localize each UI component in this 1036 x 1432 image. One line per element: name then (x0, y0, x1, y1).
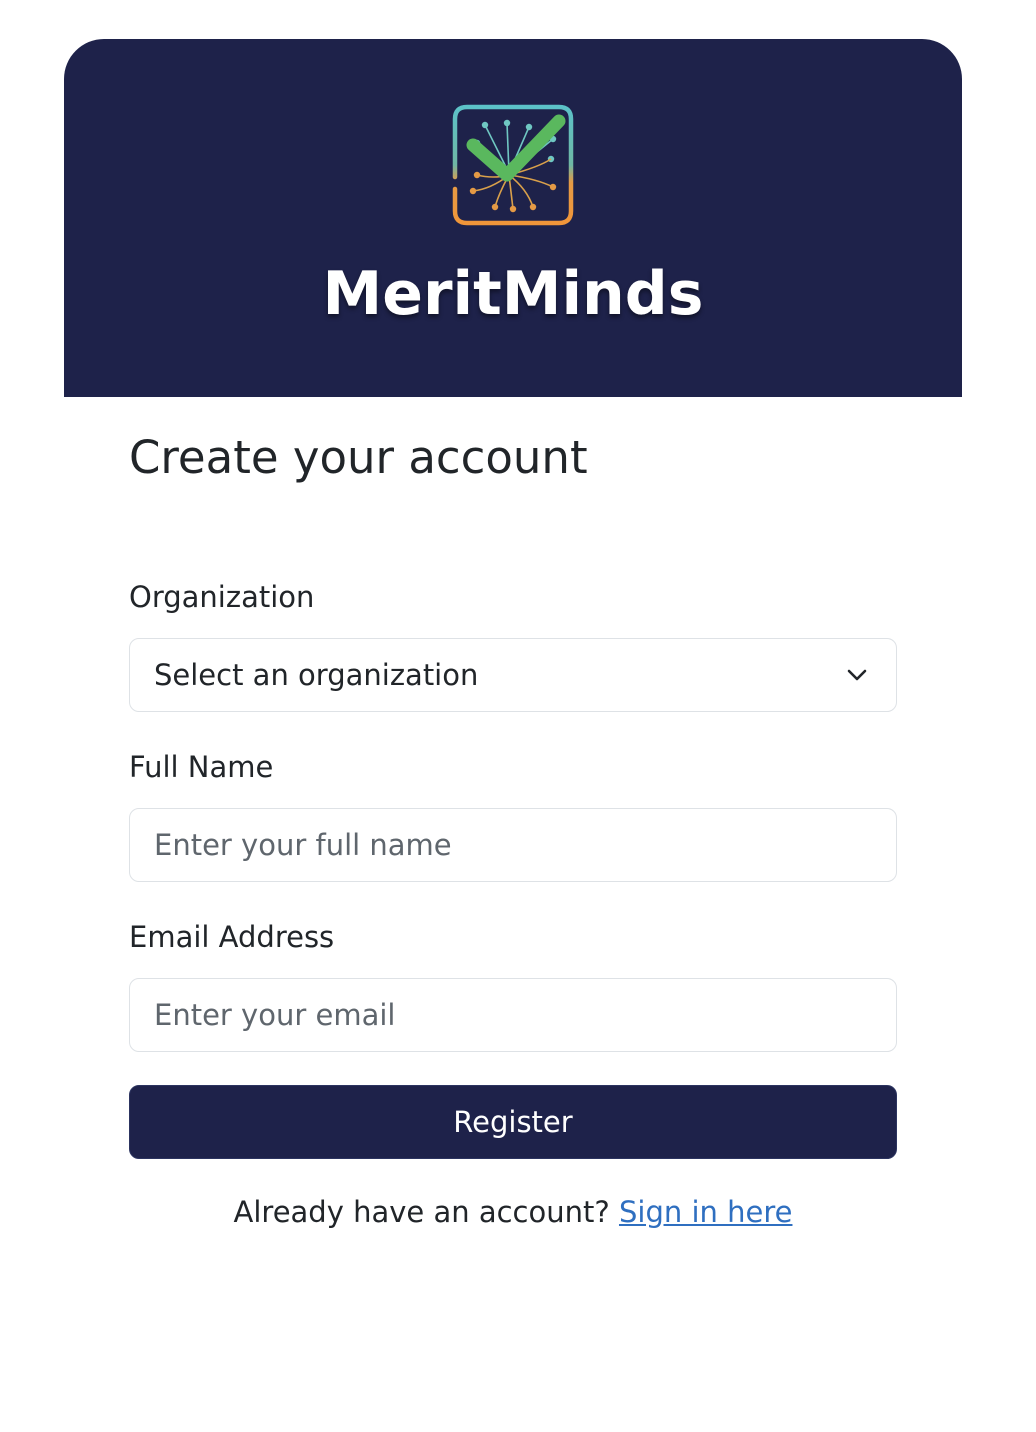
signin-prompt-text: Already have an account? (233, 1195, 610, 1229)
email-placeholder: Enter your email (154, 998, 396, 1032)
organization-label: Organization (129, 580, 315, 614)
checkmark-network-icon (452, 104, 574, 226)
full-name-placeholder: Enter your full name (154, 828, 452, 862)
organization-selected-value: Select an organization (154, 658, 479, 692)
brand-name: MeritMinds (322, 259, 704, 329)
chevron-down-icon (847, 669, 867, 681)
page-title: Create your account (129, 431, 588, 484)
full-name-field[interactable]: Enter your full name (129, 808, 897, 882)
email-label: Email Address (129, 920, 335, 954)
card-header: MeritMinds (64, 39, 962, 397)
organization-select[interactable]: Select an organization (129, 638, 897, 712)
register-button[interactable]: Register (129, 1085, 897, 1159)
registration-card: MeritMinds Create your account Organizat… (64, 39, 962, 1266)
signin-link[interactable]: Sign in here (619, 1195, 792, 1229)
signin-prompt: Already have an account? Sign in here (129, 1195, 897, 1229)
full-name-label: Full Name (129, 750, 274, 784)
email-field[interactable]: Enter your email (129, 978, 897, 1052)
